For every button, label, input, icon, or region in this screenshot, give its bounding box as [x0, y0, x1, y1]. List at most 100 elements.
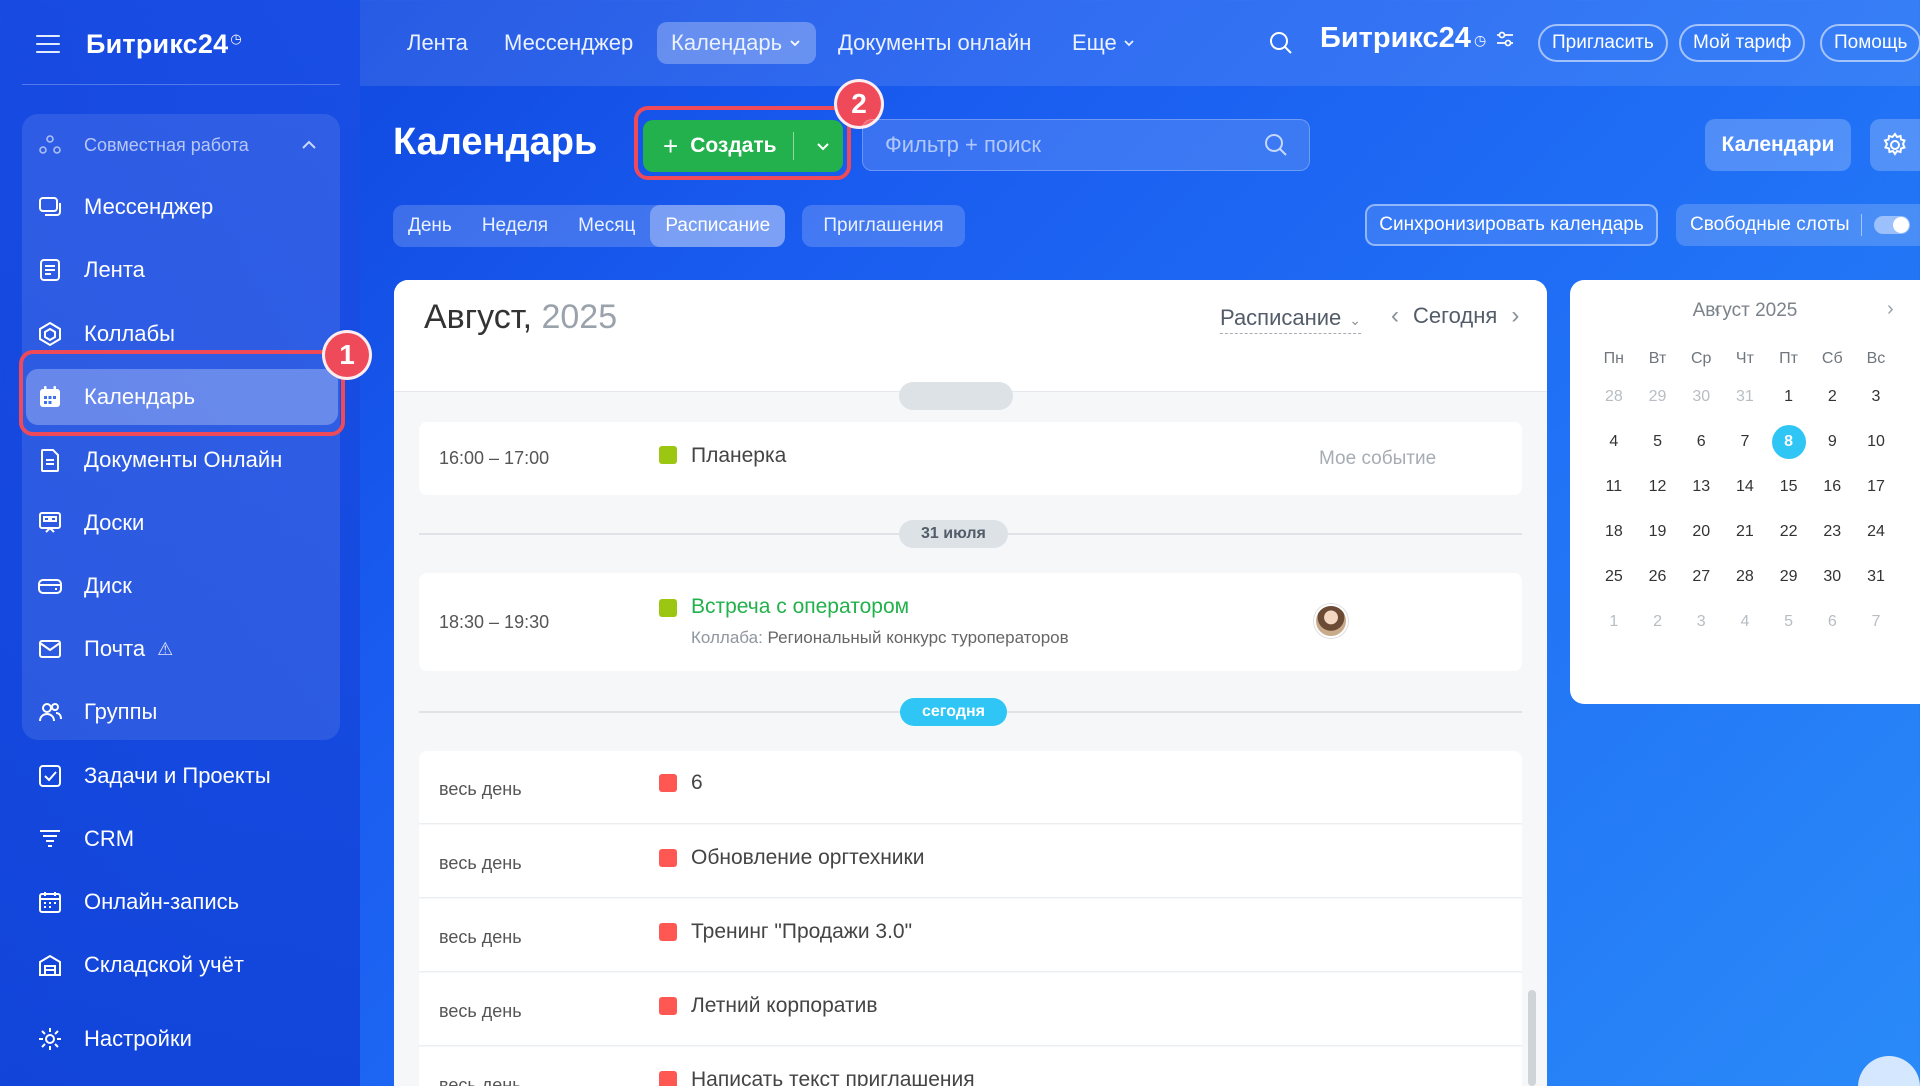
- event-row[interactable]: весь день Летний корпоратив: [419, 973, 1522, 1046]
- day-cell[interactable]: 26: [1636, 568, 1680, 586]
- day-cell[interactable]: 3: [1854, 388, 1898, 406]
- day-cell[interactable]: 18: [1592, 523, 1636, 541]
- day-cell-selected[interactable]: 8: [1767, 424, 1811, 459]
- filter-search-input[interactable]: Фильтр + поиск: [862, 119, 1310, 171]
- calendars-button[interactable]: Календари: [1705, 119, 1851, 171]
- day-cell[interactable]: 3: [1679, 613, 1723, 631]
- tab-day[interactable]: День: [393, 205, 467, 247]
- day-cell[interactable]: 2: [1636, 613, 1680, 631]
- day-cell[interactable]: 5: [1767, 613, 1811, 631]
- invite-button[interactable]: Пригласить: [1538, 24, 1668, 62]
- day-cell[interactable]: 11: [1592, 478, 1636, 496]
- day-cell[interactable]: 7: [1854, 613, 1898, 631]
- day-cell[interactable]: 16: [1810, 478, 1854, 496]
- topnav-item-feed[interactable]: Лента: [407, 22, 468, 64]
- sidebar-item-tasks[interactable]: Задачи и Проекты: [36, 752, 336, 800]
- event-title[interactable]: 6: [691, 771, 703, 795]
- day-cell[interactable]: 30: [1679, 388, 1723, 406]
- chevron-up-icon[interactable]: [300, 136, 318, 159]
- day-cell[interactable]: 21: [1723, 523, 1767, 541]
- today-button[interactable]: Сегодня: [1413, 303, 1497, 329]
- tab-schedule[interactable]: Расписание: [650, 205, 786, 247]
- event-title[interactable]: Летний корпоратив: [691, 994, 878, 1018]
- day-cell[interactable]: 6: [1810, 613, 1854, 631]
- day-cell[interactable]: 25: [1592, 568, 1636, 586]
- day-cell[interactable]: 13: [1679, 478, 1723, 496]
- day-cell[interactable]: 14: [1723, 478, 1767, 496]
- event-collab-name[interactable]: Региональный конкурс туроператоров: [768, 628, 1069, 647]
- sidebar-item-crm[interactable]: CRM: [36, 815, 336, 863]
- event-title[interactable]: Планерка: [691, 444, 786, 468]
- event-row[interactable]: весь день Обновление оргтехники: [419, 825, 1522, 898]
- sidebar-item-documents[interactable]: Документы Онлайн: [36, 436, 336, 484]
- invitations-button[interactable]: Приглашения: [802, 205, 965, 247]
- day-cell[interactable]: 29: [1767, 568, 1811, 586]
- day-cell[interactable]: 10: [1854, 433, 1898, 451]
- day-cell[interactable]: 29: [1636, 388, 1680, 406]
- event-row[interactable]: весь день 6: [419, 751, 1522, 824]
- day-cell[interactable]: 4: [1723, 613, 1767, 631]
- free-slots-toggle[interactable]: [1874, 216, 1910, 234]
- day-cell[interactable]: 6: [1679, 433, 1723, 451]
- event-title[interactable]: Обновление оргтехники: [691, 846, 924, 870]
- topnav-item-more[interactable]: Еще: [1072, 22, 1136, 64]
- event-row[interactable]: весь день Написать текст приглашения: [419, 1047, 1522, 1086]
- help-button[interactable]: Помощь: [1820, 24, 1920, 62]
- sidebar-brand-logo[interactable]: Битрикс24 ◷: [86, 29, 242, 60]
- my-tariff-button[interactable]: Мой тариф: [1679, 24, 1806, 62]
- sidebar-item-boards[interactable]: Доски: [36, 499, 336, 547]
- chevron-left-icon[interactable]: ‹: [1391, 302, 1399, 330]
- day-cell[interactable]: 4: [1592, 433, 1636, 451]
- day-cell[interactable]: 31: [1723, 388, 1767, 406]
- search-icon[interactable]: [1268, 30, 1294, 61]
- day-cell[interactable]: 22: [1767, 523, 1811, 541]
- day-cell[interactable]: 24: [1854, 523, 1898, 541]
- sidebar-item-booking[interactable]: Онлайн-запись: [36, 878, 336, 926]
- search-icon[interactable]: [1263, 132, 1289, 164]
- chevron-right-icon[interactable]: ›: [1887, 298, 1894, 321]
- event-title[interactable]: Встреча с оператором: [691, 595, 909, 619]
- day-cell[interactable]: 5: [1636, 433, 1680, 451]
- view-select-dropdown[interactable]: Расписание ⌄: [1220, 305, 1362, 334]
- day-cell[interactable]: 23: [1810, 523, 1854, 541]
- schedule-scrollbar[interactable]: [1528, 990, 1536, 1086]
- sidebar-item-disk[interactable]: Диск: [36, 562, 336, 610]
- topnav-item-calendar[interactable]: Календарь: [657, 22, 817, 64]
- day-cell[interactable]: 20: [1679, 523, 1723, 541]
- day-cell[interactable]: 17: [1854, 478, 1898, 496]
- day-cell[interactable]: 28: [1592, 388, 1636, 406]
- day-cell[interactable]: 1: [1592, 613, 1636, 631]
- topnav-item-messenger[interactable]: Мессенджер: [504, 22, 633, 64]
- avatar[interactable]: [1314, 604, 1348, 638]
- day-cell[interactable]: 31: [1854, 568, 1898, 586]
- day-cell[interactable]: 30: [1810, 568, 1854, 586]
- chevron-right-icon[interactable]: ›: [1511, 302, 1519, 330]
- event-title[interactable]: Тренинг "Продажи 3.0": [691, 920, 912, 944]
- day-cell[interactable]: 9: [1810, 433, 1854, 451]
- event-row[interactable]: весь день Тренинг "Продажи 3.0": [419, 899, 1522, 972]
- sidebar-item-feed[interactable]: Лента: [36, 246, 336, 294]
- topnav-brand-logo[interactable]: Битрикс24 ◷: [1320, 22, 1516, 55]
- day-cell[interactable]: 19: [1636, 523, 1680, 541]
- day-cell[interactable]: 27: [1679, 568, 1723, 586]
- tab-week[interactable]: Неделя: [467, 205, 563, 247]
- day-cell[interactable]: 7: [1723, 433, 1767, 451]
- event-title[interactable]: Написать текст приглашения: [691, 1068, 975, 1086]
- menu-burger-icon[interactable]: [36, 35, 60, 53]
- event-row[interactable]: 18:30 – 19:30 Встреча с оператором Колла…: [419, 573, 1522, 671]
- day-cell[interactable]: 12: [1636, 478, 1680, 496]
- sidebar-item-groups[interactable]: Группы: [36, 688, 336, 736]
- day-cell[interactable]: 28: [1723, 568, 1767, 586]
- group-header-collaboration[interactable]: Совместная работа: [36, 128, 332, 162]
- tab-month[interactable]: Месяц: [563, 205, 650, 247]
- sidebar-item-warehouse[interactable]: Складской учёт: [36, 941, 336, 989]
- sync-calendar-button[interactable]: Синхронизировать календарь: [1365, 204, 1658, 246]
- sidebar-item-messenger[interactable]: Мессенджер: [36, 183, 336, 231]
- sidebar-item-settings[interactable]: Настройки: [36, 1015, 336, 1063]
- day-cell[interactable]: 1: [1767, 388, 1811, 406]
- sidebar-item-mail[interactable]: Почта ⚠: [36, 625, 336, 673]
- help-widget-bubble[interactable]: [1858, 1056, 1920, 1086]
- day-cell[interactable]: 15: [1767, 478, 1811, 496]
- gear-icon[interactable]: [1870, 119, 1920, 171]
- day-cell[interactable]: 2: [1810, 388, 1854, 406]
